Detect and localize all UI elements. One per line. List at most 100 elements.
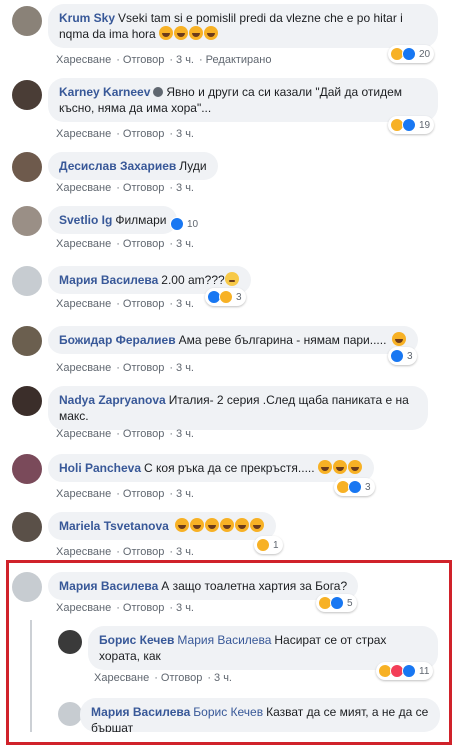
verified-badge-icon <box>153 87 164 97</box>
avatar[interactable] <box>58 702 82 726</box>
reactions-summary[interactable]: 10 <box>168 215 202 233</box>
timestamp[interactable]: 3 ч. <box>176 128 194 140</box>
timestamp[interactable]: 3 ч. <box>176 238 194 250</box>
comment-author[interactable]: Mariela Tsvetanova <box>59 519 169 533</box>
reply-link[interactable]: Отговор <box>123 238 164 250</box>
timestamp[interactable]: 3 ч. <box>176 54 194 66</box>
comment-author[interactable]: Мария Василева <box>59 273 158 287</box>
like-link[interactable]: Харесване <box>56 182 111 194</box>
like-link[interactable]: Харесване <box>56 546 111 558</box>
comment-text: 2.00 am??? <box>161 273 225 287</box>
avatar[interactable] <box>12 80 42 110</box>
comment-author[interactable]: Holi Pancheva <box>59 461 141 475</box>
reactions-summary[interactable]: 5 <box>316 594 357 612</box>
reactions-summary[interactable]: 1 <box>254 536 283 554</box>
timestamp[interactable]: 3 ч. <box>176 362 194 374</box>
reactions-summary[interactable]: 3 <box>205 288 246 306</box>
like-reaction-icon <box>390 349 404 363</box>
mention-link[interactable]: Борис Кечев <box>193 705 263 719</box>
reply-link[interactable]: Отговор <box>161 672 202 684</box>
avatar[interactable] <box>12 386 42 416</box>
reply-link[interactable]: Отговор <box>123 182 164 194</box>
reactions-summary[interactable]: 3 <box>388 347 417 365</box>
avatar[interactable] <box>12 206 42 236</box>
reply-link[interactable]: Отговор <box>123 488 164 500</box>
timestamp[interactable]: 3 ч. <box>214 672 232 684</box>
comment-actions: Харесване · Отговор · 3 ч. <box>56 362 194 374</box>
like-link[interactable]: Харесване <box>56 298 111 310</box>
comment-author[interactable]: Божидар Фералиев <box>59 333 176 347</box>
reply-link[interactable]: Отговор <box>123 298 164 310</box>
comment-actions: Харесване · Отговор · 3 ч. <box>56 238 194 250</box>
comment-author[interactable]: Svetlio Ig <box>59 213 112 227</box>
comment-bubble: Svetlio Ig Филмари <box>48 206 178 234</box>
avatar[interactable] <box>12 572 42 602</box>
reply-link[interactable]: Отговор <box>123 546 164 558</box>
comment-bubble: Мария Василева Борис Кечев Казват да се ми… <box>80 698 440 732</box>
comment-text: Луди <box>179 159 207 173</box>
comment-author[interactable]: Мария Василева <box>91 705 190 719</box>
comment-text: С коя ръка да се прекръстя..... <box>144 461 315 475</box>
comment-actions: Харесване · Отговор · 3 ч. <box>56 546 194 558</box>
comment-bubble: Десислав Захариев Луди <box>48 152 218 180</box>
comment-text: А защо тоалетна хартия за Бога? <box>161 579 348 593</box>
avatar[interactable] <box>12 152 42 182</box>
avatar[interactable] <box>12 326 42 356</box>
comment-bubble: Karney Karneev Явно и други са си казали … <box>48 78 438 122</box>
reply-link[interactable]: Отговор <box>123 362 164 374</box>
like-reaction-icon <box>402 47 416 61</box>
comment-bubble: Божидар Фералиев Ама реве българина - ням… <box>48 326 419 354</box>
avatar[interactable] <box>12 454 42 484</box>
comment-actions: Харесване · Отговор · 3 ч. <box>56 488 194 500</box>
comment-actions: Харесване · Отговор · 3 ч. <box>56 298 194 310</box>
reactions-summary[interactable]: 11 <box>376 662 434 680</box>
timestamp[interactable]: 3 ч. <box>176 546 194 558</box>
comment-author[interactable]: Karney Karneev <box>59 85 150 99</box>
comment-author[interactable]: Мария Василева <box>59 579 158 593</box>
comment-actions: Харесване · Отговор · 3 ч. <box>56 128 194 140</box>
mention-link[interactable]: Мария Василева <box>177 633 271 647</box>
comment-author[interactable]: Десислав Захариев <box>59 159 176 173</box>
thinking-emoji-icon <box>224 272 239 286</box>
edited-label: Редактирано <box>205 54 272 66</box>
timestamp[interactable]: 3 ч. <box>176 182 194 194</box>
like-link[interactable]: Харесване <box>56 238 111 250</box>
like-link[interactable]: Харесване <box>56 362 111 374</box>
like-link[interactable]: Харесване <box>56 602 111 614</box>
wow-reaction-icon <box>219 290 233 304</box>
like-link[interactable]: Харесване <box>56 128 111 140</box>
comment-author[interactable]: Борис Кечев <box>99 633 174 647</box>
comment-actions: Харесване · Отговор · 3 ч. <box>56 602 194 614</box>
like-link[interactable]: Харесване <box>56 428 111 440</box>
grinning-emoji-icon <box>392 332 407 346</box>
avatar[interactable] <box>12 512 42 542</box>
avatar[interactable] <box>58 630 82 654</box>
laughing-emoji-icon <box>317 460 363 475</box>
reactions-summary[interactable]: 19 <box>388 116 435 134</box>
reply-link[interactable]: Отговор <box>123 54 164 66</box>
reply-link[interactable]: Отговор <box>123 128 164 140</box>
comment-actions: Харесване · Отговор · 3 ч. <box>56 182 194 194</box>
comment-bubble: Mariela Tsvetanova <box>48 512 277 540</box>
reply-link[interactable]: Отговор <box>123 602 164 614</box>
timestamp[interactable]: 3 ч. <box>176 602 194 614</box>
comment-author[interactable]: Krum Sky <box>59 11 115 25</box>
avatar[interactable] <box>12 266 42 296</box>
comment-bubble: Holi Pancheva С коя ръка да се прекръстя.… <box>48 454 374 482</box>
comment-author[interactable]: Nadya Zapryanova <box>59 393 166 407</box>
reactions-summary[interactable]: 3 <box>334 478 375 496</box>
comment-text: Филмари <box>115 213 167 227</box>
like-reaction-icon <box>170 217 184 231</box>
like-link[interactable]: Харесване <box>56 54 111 66</box>
reply-link[interactable]: Отговор <box>123 428 164 440</box>
reactions-summary[interactable]: 20 <box>388 45 435 63</box>
timestamp[interactable]: 3 ч. <box>176 428 194 440</box>
like-link[interactable]: Харесване <box>94 672 149 684</box>
like-link[interactable]: Харесване <box>56 488 111 500</box>
haha-reaction-icon <box>256 538 270 552</box>
timestamp[interactable]: 3 ч. <box>176 298 194 310</box>
like-reaction-icon <box>348 480 362 494</box>
like-reaction-icon <box>402 664 416 678</box>
avatar[interactable] <box>12 6 42 36</box>
timestamp[interactable]: 3 ч. <box>176 488 194 500</box>
